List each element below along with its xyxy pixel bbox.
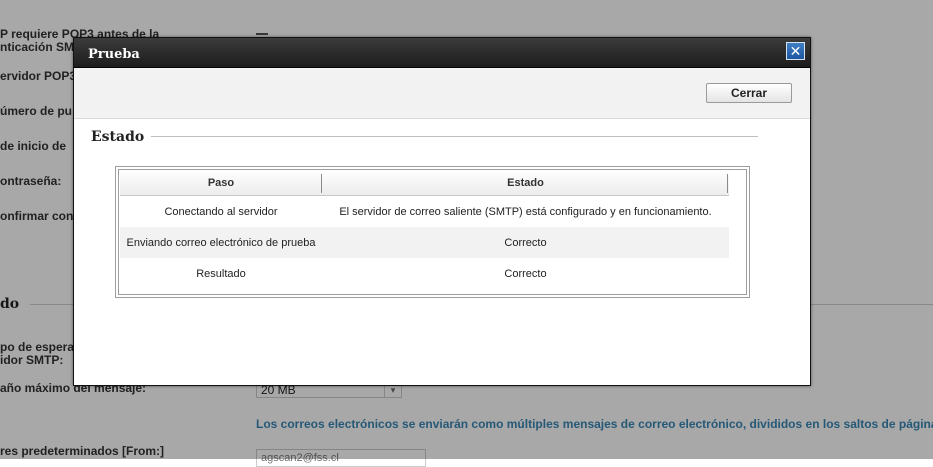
status-cell: Correcto — [322, 227, 729, 258]
dialog-toolbar: Cerrar — [74, 68, 810, 119]
column-header-estado: Estado — [322, 170, 729, 196]
dialog-titlebar: Prueba ✕ — [74, 38, 810, 68]
cerrar-button[interactable]: Cerrar — [706, 83, 792, 103]
table-row: Enviando correo electrónico de prueba Co… — [120, 227, 729, 258]
estado-section-title: Estado — [91, 129, 145, 145]
table-header-row: Paso Estado — [120, 170, 729, 196]
step-cell: Enviando correo electrónico de prueba — [120, 227, 322, 258]
close-icon[interactable]: ✕ — [786, 42, 805, 60]
estado-divider — [151, 136, 758, 137]
status-cell: El servidor de correo saliente (SMTP) es… — [339, 205, 712, 218]
step-cell: Resultado — [196, 267, 246, 280]
status-table-container: Paso Estado Conectando al servidor El se… — [118, 169, 747, 295]
status-table-frame: Paso Estado Conectando al servidor El se… — [115, 166, 750, 298]
header-column-separator — [727, 174, 728, 193]
test-dialog: Prueba ✕ Cerrar Estado Paso Estado Conec… — [73, 37, 811, 386]
table-row: Conectando al servidor El servidor de co… — [120, 196, 729, 228]
status-cell: Correcto — [504, 267, 547, 280]
table-row: Resultado Correcto — [120, 258, 729, 289]
status-table: Paso Estado Conectando al servidor El se… — [120, 170, 729, 289]
dialog-title: Prueba — [88, 47, 140, 62]
header-column-separator — [321, 174, 322, 193]
column-header-paso: Paso — [120, 170, 322, 196]
step-cell: Conectando al servidor — [164, 205, 278, 218]
